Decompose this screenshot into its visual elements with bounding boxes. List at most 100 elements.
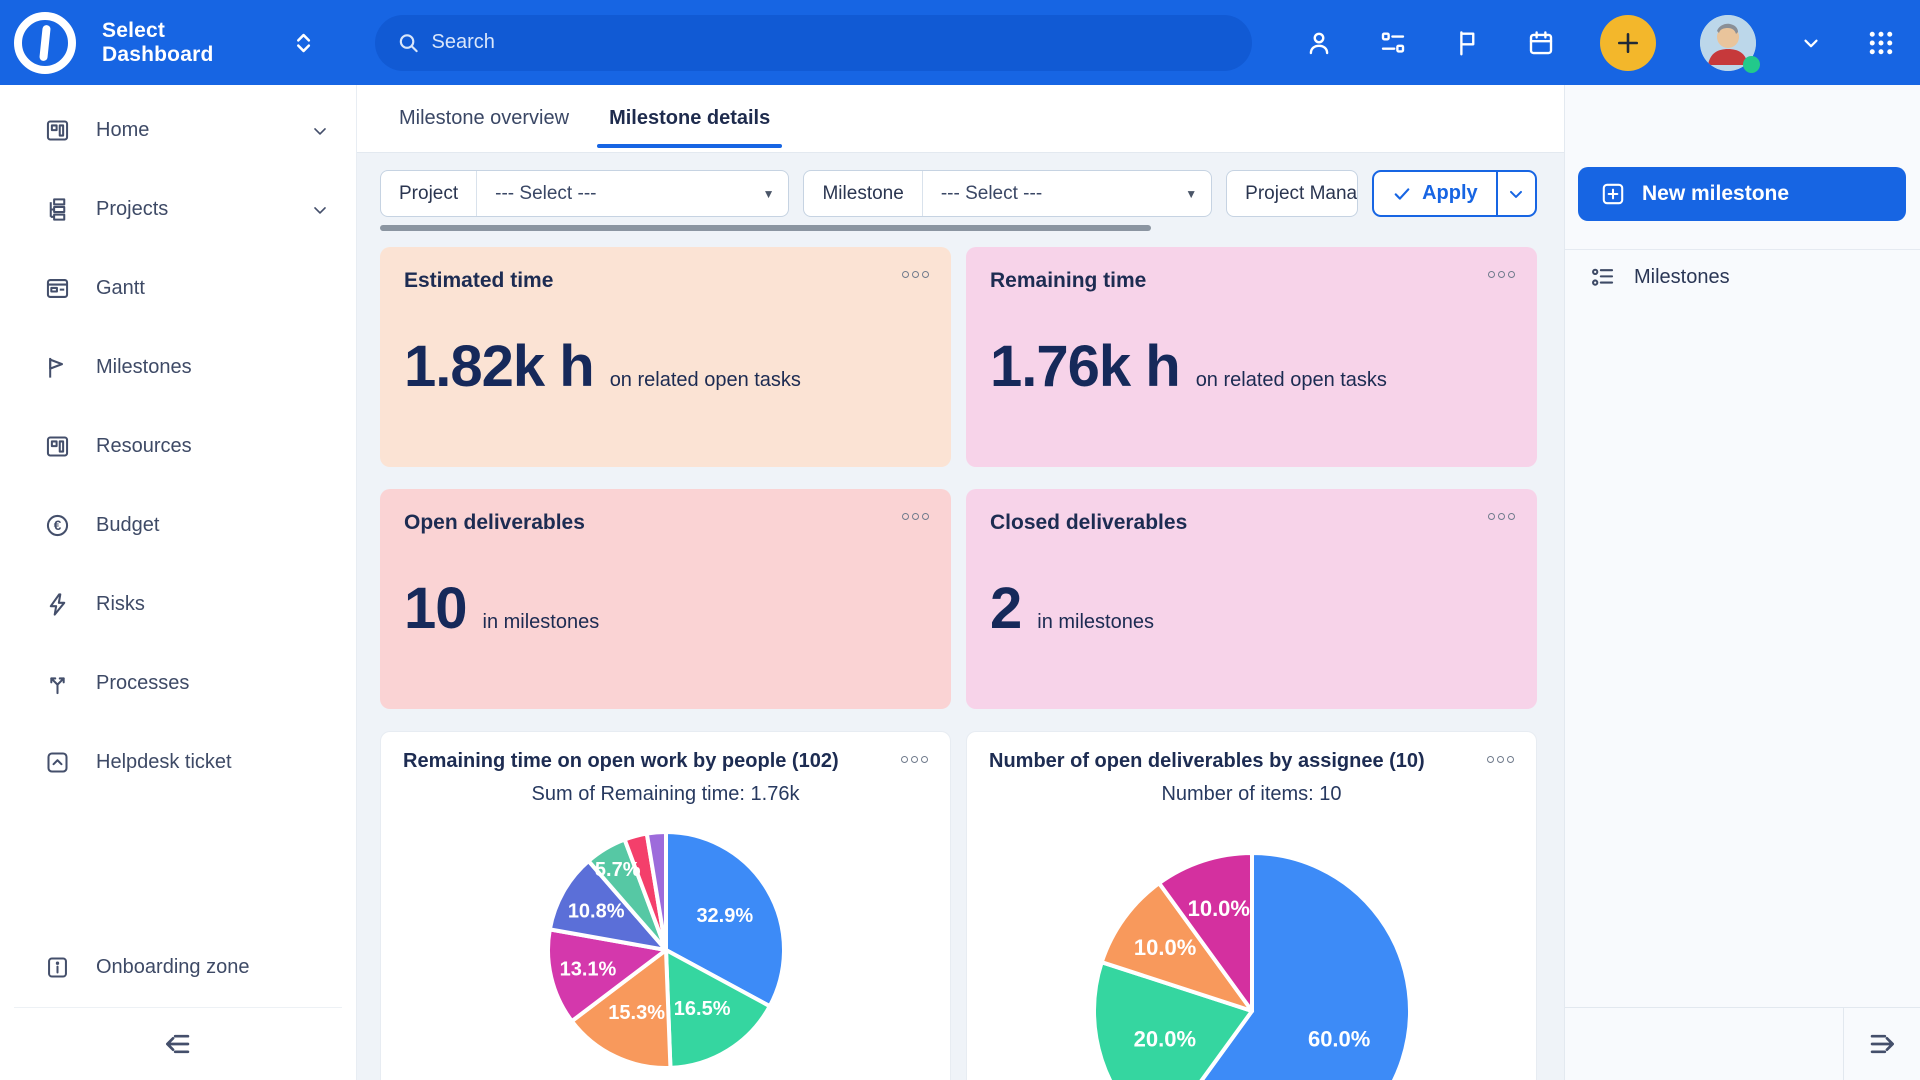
card-menu-button[interactable] <box>902 513 929 520</box>
collapse-left-icon <box>161 1027 195 1061</box>
dashboard-icon <box>44 433 71 460</box>
chart-title: Remaining time on open work by people (1… <box>403 750 928 773</box>
search-input[interactable] <box>432 31 1230 54</box>
panel-item-milestones[interactable]: Milestones <box>1565 250 1920 305</box>
card-menu-button[interactable] <box>1488 513 1515 520</box>
new-milestone-button[interactable]: New milestone <box>1578 167 1906 221</box>
chart-card-remaining-time-by-people: Remaining time on open work by people (1… <box>380 731 951 1080</box>
milestone-filter-select[interactable]: --- Select ---▼ <box>923 171 1211 216</box>
sidebar-item-milestones[interactable]: Milestones <box>0 328 356 407</box>
card-title: Closed deliverables <box>990 511 1513 535</box>
apply-options-button[interactable] <box>1496 172 1535 215</box>
sidebar-item-resources[interactable]: Resources <box>0 407 356 486</box>
online-status-dot <box>1743 56 1760 73</box>
chevron-down-icon[interactable] <box>1800 32 1822 54</box>
svg-text:10.0%: 10.0% <box>1133 935 1195 960</box>
pie-chart-remaining-time[interactable]: 32.9%16.5%15.3%13.1%10.8%5.7% <box>536 820 796 1080</box>
tabs-bar: Milestone overview Milestone details <box>357 85 1564 152</box>
calendar-icon[interactable] <box>1526 28 1556 58</box>
square-plus-icon <box>1600 181 1626 207</box>
flag-icon[interactable] <box>1452 28 1482 58</box>
chevron-down-icon[interactable] <box>310 200 330 220</box>
dashboard-selector[interactable]: Select Dashboard <box>102 19 275 67</box>
stat-card-open-deliverables: Open deliverables 10 in milestones <box>380 489 951 709</box>
svg-text:60.0%: 60.0% <box>1307 1026 1369 1051</box>
chevron-down-icon[interactable] <box>310 121 330 141</box>
quick-add-button[interactable] <box>1600 15 1656 71</box>
stat-suffix: on related open tasks <box>610 369 801 392</box>
sidebar-item-projects[interactable]: Projects <box>0 170 356 249</box>
user-icon[interactable] <box>1304 28 1334 58</box>
horizontal-scrollbar[interactable] <box>380 225 1537 231</box>
plus-icon <box>1614 29 1642 57</box>
expand-right-icon <box>1865 1027 1899 1061</box>
sidebar-item-label: Helpdesk ticket <box>96 751 330 774</box>
apps-grid-icon[interactable] <box>1866 28 1896 58</box>
chart-subtitle: Number of items: 10 <box>989 783 1514 806</box>
sidebar-item-gantt[interactable]: Gantt <box>0 249 356 328</box>
lightning-icon <box>44 591 71 618</box>
chart-title: Number of open deliverables by assignee … <box>989 750 1514 773</box>
sidebar-item-label: Onboarding zone <box>96 956 330 979</box>
caret-down-icon: ▼ <box>1185 187 1197 201</box>
stat-value: 10 <box>404 575 467 642</box>
tasklist-icon[interactable] <box>1378 28 1408 58</box>
stat-value: 1.76k h <box>990 333 1180 400</box>
expand-panel-button[interactable] <box>1843 1008 1920 1080</box>
project-manager-filter-label: Project Manager <box>1227 171 1357 216</box>
info-icon <box>44 954 71 981</box>
sidebar-item-label: Risks <box>96 593 330 616</box>
list-icon <box>1589 264 1616 291</box>
project-manager-filter[interactable]: Project Manager <box>1226 170 1358 217</box>
collapse-sidebar-button[interactable] <box>0 1008 356 1080</box>
gantt-icon <box>44 275 71 302</box>
tab-milestone-details[interactable]: Milestone details <box>589 85 790 152</box>
sidebar-item-home[interactable]: Home <box>0 91 356 170</box>
svg-text:20.0%: 20.0% <box>1133 1026 1195 1051</box>
card-title: Open deliverables <box>404 511 927 535</box>
search-bar[interactable] <box>375 15 1252 71</box>
chart-subtitle: Sum of Remaining time: 1.76k <box>403 783 928 806</box>
ticket-icon <box>44 749 71 776</box>
dashboard-icon <box>44 117 71 144</box>
pie-chart-open-deliverables[interactable]: 60.0% 20.0% 10.0% 10.0% <box>1087 846 1417 1080</box>
sidebar-item-onboarding-zone[interactable]: Onboarding zone <box>0 928 356 1007</box>
card-menu-button[interactable] <box>902 271 929 278</box>
card-menu-button[interactable] <box>1487 756 1514 763</box>
stat-card-closed-deliverables: Closed deliverables 2 in milestones <box>966 489 1537 709</box>
project-filter-select[interactable]: --- Select ---▼ <box>477 171 788 216</box>
avatar[interactable] <box>1700 15 1756 71</box>
tab-milestone-overview[interactable]: Milestone overview <box>379 85 589 152</box>
card-menu-button[interactable] <box>901 756 928 763</box>
caret-down-icon: ▼ <box>763 187 775 201</box>
euro-icon: € <box>44 512 71 539</box>
sidebar-item-label: Processes <box>96 672 330 695</box>
sidebar-item-processes[interactable]: Processes <box>0 644 356 723</box>
stat-suffix: in milestones <box>1037 611 1154 634</box>
chevron-updown-icon[interactable] <box>293 30 314 56</box>
svg-text:32.9%: 32.9% <box>696 905 753 927</box>
right-panel: New milestone Milestones <box>1564 85 1920 1080</box>
card-menu-button[interactable] <box>1488 271 1515 278</box>
check-icon <box>1392 184 1412 204</box>
project-filter: Project --- Select ---▼ <box>380 170 789 217</box>
stat-value: 1.82k h <box>404 333 594 400</box>
sidebar-item-risks[interactable]: Risks <box>0 565 356 644</box>
projects-tree-icon <box>44 196 71 223</box>
svg-text:10.8%: 10.8% <box>567 900 624 922</box>
right-panel-footer <box>1565 1007 1920 1080</box>
card-title: Remaining time <box>990 269 1513 293</box>
apply-button[interactable]: Apply <box>1374 172 1496 215</box>
svg-text:€: € <box>54 518 62 533</box>
sidebar-item-label: Resources <box>96 435 330 458</box>
sidebar-item-helpdesk-ticket[interactable]: Helpdesk ticket <box>0 723 356 802</box>
flag-icon <box>44 354 71 381</box>
app-logo[interactable] <box>14 12 76 74</box>
svg-text:13.1%: 13.1% <box>559 959 616 981</box>
card-title: Estimated time <box>404 269 927 293</box>
sidebar-item-label: Budget <box>96 514 330 537</box>
svg-text:10.0%: 10.0% <box>1187 896 1249 921</box>
apply-split-button: Apply <box>1372 170 1537 217</box>
sidebar-item-budget[interactable]: € Budget <box>0 486 356 565</box>
stat-suffix: in milestones <box>483 611 600 634</box>
